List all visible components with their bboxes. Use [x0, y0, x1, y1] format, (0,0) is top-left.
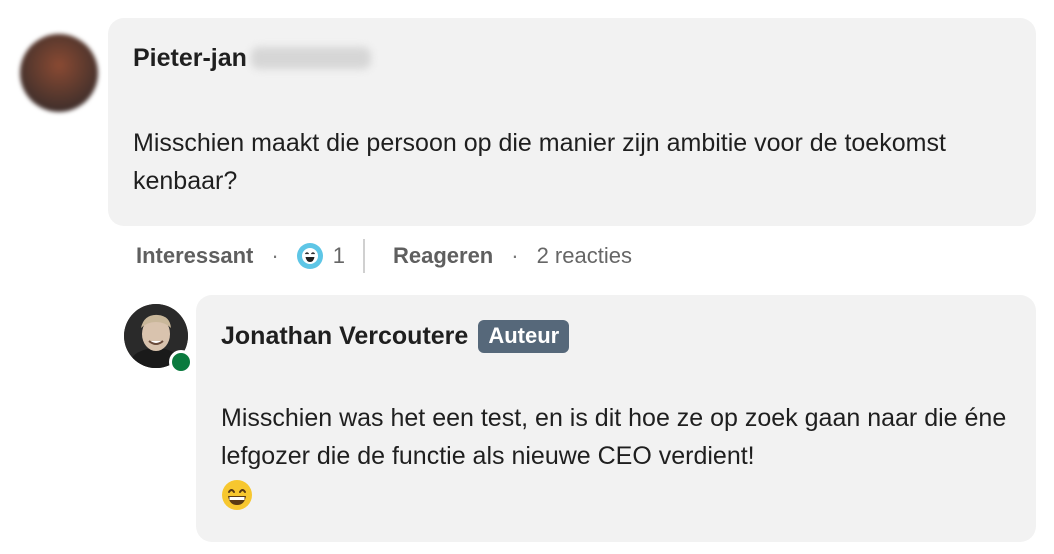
reaction-count[interactable]: 1 [333, 243, 345, 269]
comment-author[interactable]: Pieter-jan [133, 44, 371, 73]
divider [362, 239, 365, 273]
reply-author-name[interactable]: Jonathan Vercoutere [221, 322, 468, 351]
comment-actions: Interessant · 1 Reageren · 2 reacties [136, 236, 632, 276]
author-badge: Auteur [478, 320, 570, 353]
reply-text-block: Misschien was het een test, en is dit ho… [221, 399, 1021, 513]
grinning-emoji-icon [221, 479, 253, 511]
comment-text: Misschien maakt die persoon op die manie… [133, 129, 946, 195]
funny-reaction-icon[interactable] [296, 243, 323, 269]
reply-author: Jonathan Vercoutere Auteur [221, 320, 570, 353]
avatar-pieter-jan[interactable] [20, 34, 98, 112]
like-button[interactable]: Interessant [136, 243, 253, 269]
comment-author-name[interactable]: Pieter-jan [133, 44, 247, 72]
replies-count-link[interactable]: 2 reacties [537, 243, 632, 269]
online-status-indicator [169, 350, 193, 374]
separator-dot: · [271, 243, 279, 268]
separator-dot-2: · [511, 243, 519, 268]
blurred-surname [250, 47, 371, 69]
reply-text: Misschien was het een test, en is dit ho… [221, 404, 1007, 470]
reply-button[interactable]: Reageren [393, 243, 493, 269]
